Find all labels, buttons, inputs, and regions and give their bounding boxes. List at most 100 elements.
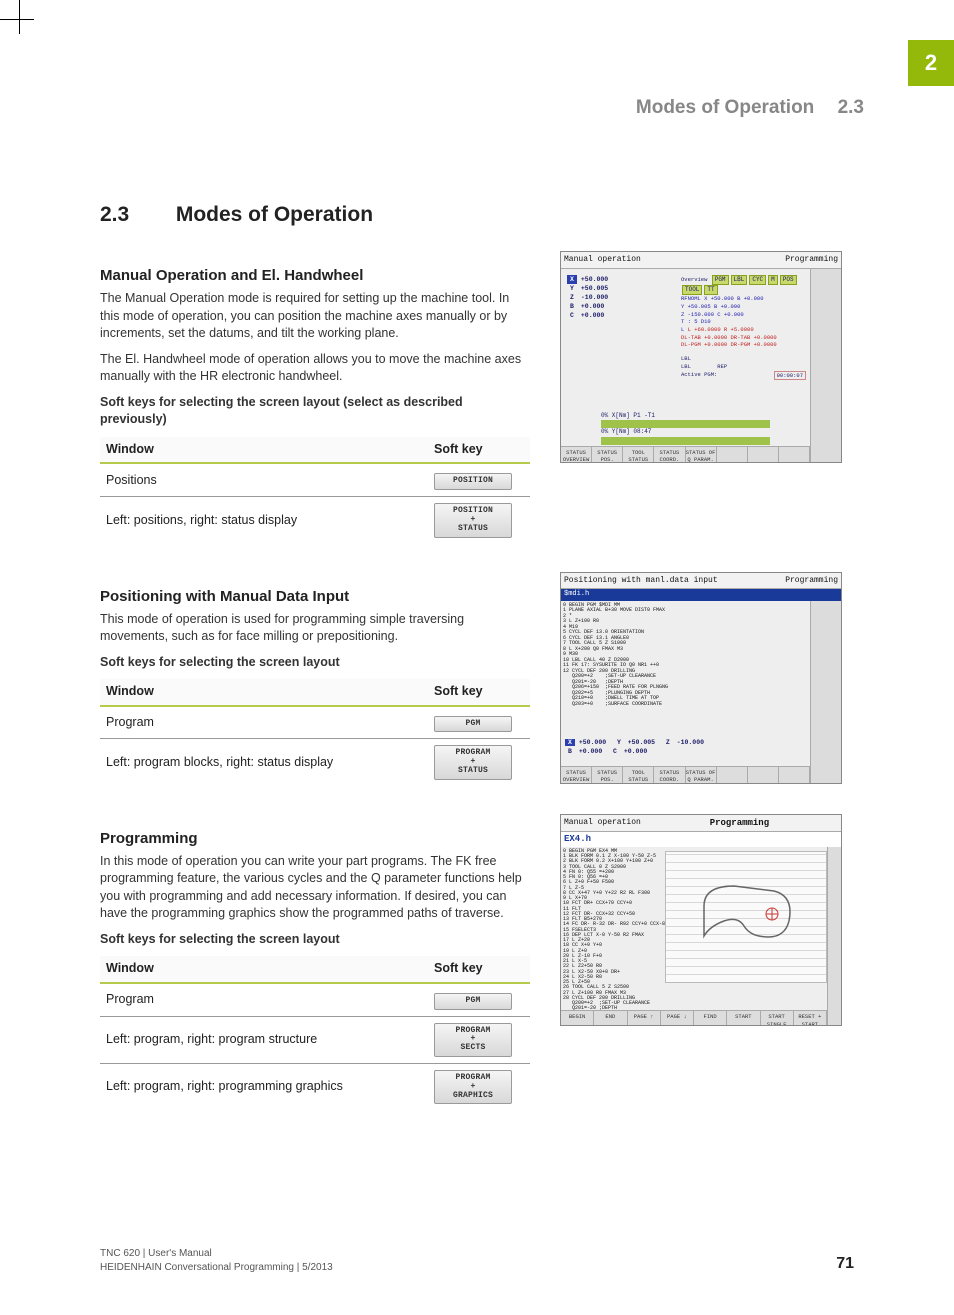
title-left: Manual operation — [564, 254, 641, 265]
sk[interactable] — [779, 447, 810, 464]
axis-y-val: +50.005 — [581, 284, 608, 293]
page-footer: TNC 620 | User's Manual HEIDENHAIN Conve… — [100, 1247, 854, 1275]
filename-bar: $mdi.h — [561, 589, 841, 601]
axis-y-label: Y — [567, 284, 577, 293]
axis-b-label: B — [567, 302, 577, 311]
th-softkey: Soft key — [428, 437, 530, 464]
side-panel — [810, 269, 841, 464]
sk[interactable] — [779, 767, 810, 784]
mdi-heading: Positioning with Manual Data Input — [100, 586, 530, 607]
manual-table-caption: Soft keys for selecting the screen layou… — [100, 394, 530, 429]
table-cell: Left: program, right: programming graphi… — [100, 1063, 428, 1110]
section-number: 2.3 — [100, 200, 170, 229]
prog-softkey-table: Window Soft key Program PGM Left: progra… — [100, 956, 530, 1110]
axis-c-val: +0.000 — [581, 311, 604, 320]
th-window: Window — [100, 437, 428, 464]
running-head: Modes of Operation 2.3 — [636, 95, 864, 122]
crop-mark — [19, 0, 20, 34]
sk-end[interactable]: END — [594, 1011, 627, 1026]
table-cell: PROGRAM + GRAPHICS — [428, 1063, 530, 1110]
axis-z-val: -10.000 — [581, 293, 608, 302]
table-cell: Program — [100, 706, 428, 739]
footer-line2: HEIDENHAIN Conversational Programming | … — [100, 1261, 333, 1275]
softkey-program-graphics[interactable]: PROGRAM + GRAPHICS — [434, 1070, 512, 1104]
screenshot-titlebar: Positioning with manl.data input Program… — [561, 573, 841, 589]
prog-heading: Programming — [100, 828, 530, 849]
sk[interactable]: STATUS COORD. TRANSF. — [654, 447, 685, 464]
sk[interactable]: STATUS COORD. TRANSF. — [654, 767, 685, 784]
sk[interactable] — [748, 447, 779, 464]
side-panel — [827, 847, 841, 1026]
running-head-number: 2.3 — [838, 97, 864, 118]
table-cell: Positions — [100, 463, 428, 496]
mdi-table-caption: Soft keys for selecting the screen layou… — [100, 654, 530, 672]
mdi-softkey-table: Window Soft key Program PGM Left: progra… — [100, 679, 530, 786]
status-panel: Overview PGMLBLCYCMPOSTOOLTT RFNOML X +5… — [681, 275, 806, 381]
sk[interactable]: TOOL STATUS — [623, 447, 654, 464]
prog-para1: In this mode of operation you can write … — [100, 853, 530, 923]
graphics-area — [665, 851, 827, 983]
title-right: Programming — [785, 254, 838, 265]
softkey-bar: BEGIN END PAGE ↑ PAGE ↓ FIND START START… — [561, 1010, 827, 1026]
sk[interactable]: STATUS OVERVIEW — [561, 447, 592, 464]
title-left: Positioning with manl.data input — [564, 575, 718, 586]
th-softkey: Soft key — [428, 956, 530, 983]
table-cell: Program — [100, 983, 428, 1016]
filename-bar: EX4.h — [561, 832, 841, 847]
softkey-pgm[interactable]: PGM — [434, 716, 512, 733]
sk[interactable] — [748, 767, 779, 784]
softkey-program-status[interactable]: PROGRAM + STATUS — [434, 745, 512, 779]
table-cell: POSITION — [428, 463, 530, 496]
table-cell: POSITION + STATUS — [428, 497, 530, 544]
program-listing: 0 BEGIN PGM EX4 MM 1 BLK FORM 0.1 Z X-10… — [561, 847, 665, 1026]
softkey-position[interactable]: POSITION — [434, 473, 512, 490]
softkey-position-status[interactable]: POSITION + STATUS — [434, 503, 512, 537]
manual-para1: The Manual Operation mode is required fo… — [100, 290, 530, 343]
manual-softkey-table: Window Soft key Positions POSITION Left:… — [100, 437, 530, 544]
manual-para2: The El. Handwheel mode of operation allo… — [100, 351, 530, 386]
running-head-title: Modes of Operation — [636, 97, 814, 118]
th-window: Window — [100, 679, 428, 706]
sk-page-up[interactable]: PAGE ↑ — [628, 1011, 661, 1026]
softkey-pgm[interactable]: PGM — [434, 993, 512, 1010]
screenshot-titlebar: Manual operation Programming — [561, 252, 841, 268]
softkey-program-sects[interactable]: PROGRAM + SECTS — [434, 1023, 512, 1057]
sk[interactable]: STATUS POS. — [592, 447, 623, 464]
sk-page-down[interactable]: PAGE ↓ — [661, 1011, 694, 1026]
sk-start[interactable]: START — [727, 1011, 760, 1026]
section-title: 2.3 Modes of Operation — [100, 200, 884, 229]
sk-start-single[interactable]: START SINGLE — [761, 1011, 794, 1026]
title-right: Programming — [785, 575, 838, 586]
chapter-tab: 2 — [908, 40, 954, 86]
sk[interactable]: TOOL STATUS — [623, 767, 654, 784]
sk[interactable] — [717, 767, 748, 784]
axis-b-val: +0.000 — [581, 302, 604, 311]
axis-c-label: C — [567, 311, 577, 320]
footer-line1: TNC 620 | User's Manual — [100, 1247, 333, 1261]
sk-begin[interactable]: BEGIN — [561, 1011, 594, 1026]
sk-reset-start[interactable]: RESET + START — [794, 1011, 827, 1026]
th-softkey: Soft key — [428, 679, 530, 706]
th-window: Window — [100, 956, 428, 983]
manual-heading: Manual Operation and El. Handwheel — [100, 265, 530, 286]
table-cell: Left: program blocks, right: status disp… — [100, 739, 428, 786]
toolpath-icon — [694, 876, 804, 956]
program-listing: 0 BEGIN PGM $MDI MM 1 PLANE AXIAL B+30 M… — [563, 603, 683, 708]
title-center: Programming — [710, 817, 769, 830]
screenshot-titlebar: Manual operation Programming — [561, 815, 841, 833]
axis-x-val: +50.000 — [581, 275, 608, 284]
sk[interactable]: STATUS OF Q PARAM. — [686, 767, 717, 784]
title-left: Manual operation — [564, 817, 641, 830]
section-title-text: Modes of Operation — [176, 203, 373, 226]
sk[interactable]: STATUS OVERVIEW — [561, 767, 592, 784]
document-page: 2 Modes of Operation 2.3 2.3 Modes of Op… — [0, 0, 954, 1315]
softkey-bar: STATUS OVERVIEW STATUS POS. TOOL STATUS … — [561, 446, 810, 464]
sk[interactable]: STATUS OF Q PARAM. — [686, 447, 717, 464]
axis-z-label: Z — [567, 293, 577, 302]
sk[interactable]: STATUS POS. — [592, 767, 623, 784]
sk-find[interactable]: FIND — [694, 1011, 727, 1026]
side-panel — [810, 601, 841, 784]
sk[interactable] — [717, 447, 748, 464]
manual-screenshot: Manual operation Programming X+50.000 Y+… — [560, 251, 842, 463]
crop-mark — [0, 19, 34, 20]
